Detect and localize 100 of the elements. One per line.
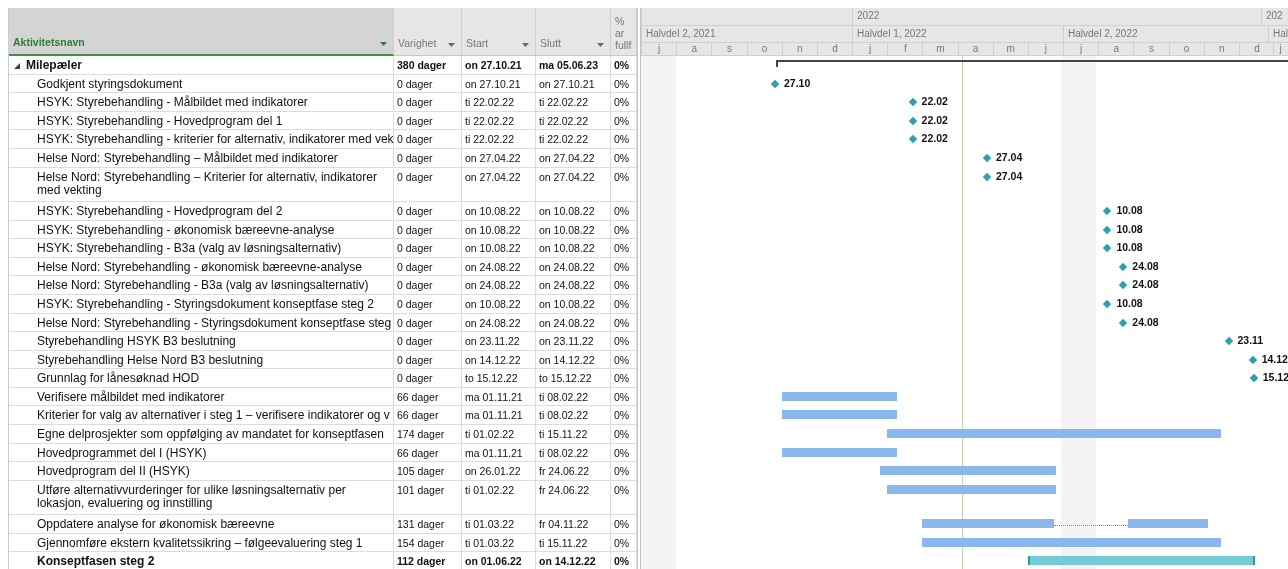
column-header[interactable]: % ar fullf [611,8,637,56]
caret-icon[interactable] [380,42,387,46]
task-bar[interactable] [887,484,1056,494]
task-name: Helse Nord: Styrebehandling - økonomisk bæreevne-analyse [37,260,362,274]
month-label: j [1044,43,1048,54]
percent-complete-cell: 0% [614,242,630,255]
half-year-label: Halvdel 1, 2022 [857,28,927,39]
finish-date-cell: ti 08.02.22 [539,390,589,403]
milestone-date: 10.08 [1116,203,1143,216]
year-label: 2022 [857,10,880,21]
caret-icon[interactable] [522,43,529,47]
task-bar[interactable] [781,391,898,401]
milestone-date: 10.08 [1116,241,1143,254]
task-bar[interactable] [922,537,1222,547]
start-date-cell: on 24.08.22 [465,260,521,273]
task-name: Oppdatere analyse for økonomisk bæreevne [37,518,275,532]
start-date-cell: on 27.10.21 [465,59,522,71]
finish-date-cell: on 10.08.22 [539,223,595,236]
column-header[interactable]: Slutt [536,8,611,56]
collapse-triangle-icon[interactable] [14,63,20,69]
percent-complete-cell: 0% [614,555,630,568]
finish-date-cell: fr 24.06.22 [539,483,590,496]
task-name: Styrebehandling Helse Nord B3 beslutning [37,353,264,367]
start-date-cell: ti 22.02.22 [465,96,515,109]
finish-date-cell: ti 22.02.22 [539,96,589,109]
duration-cell: 0 dager [397,297,433,310]
start-date-cell: on 24.08.22 [465,316,521,329]
finish-date-cell: on 10.08.22 [539,242,595,255]
duration-cell: 174 dager [397,428,445,441]
duration-cell: 0 dager [397,372,433,385]
percent-complete-cell: 0% [614,114,630,127]
duration-cell: 0 dager [397,151,433,164]
percent-complete-cell: 0% [614,353,630,366]
duration-cell: 0 dager [397,77,433,90]
column-header[interactable]: Varighet [394,8,462,56]
duration-cell: 66 dager [397,446,439,459]
task-bar[interactable] [781,410,898,420]
percent-complete-cell: 0% [614,536,630,549]
start-date-cell: ti 22.02.22 [465,114,515,127]
milestone-date: 27.10 [784,76,811,89]
task-bar[interactable] [880,466,1056,476]
task-name: HSYK: Styrebehandling - Hovedprogram del 2 [37,204,283,218]
percent-complete-cell: 0% [614,390,630,403]
task-name: HSYK: Styrebehandling - Hovedprogram del 1 [37,114,283,128]
duration-cell: 0 dager [397,316,433,329]
duration-cell: 66 dager [397,409,439,422]
month-label: o [761,43,768,54]
milestone-date: 27.04 [996,150,1023,163]
month-label: m [936,43,945,54]
start-date-cell: on 23.11.22 [465,335,520,348]
duration-cell: 0 dager [397,96,433,109]
month-label: m [1006,43,1015,54]
column-header[interactable]: Start [462,8,536,56]
task-bar[interactable] [781,447,898,457]
duration-cell: 154 dager [397,536,445,549]
month-label: f [903,43,907,54]
task-bar[interactable] [1128,519,1209,529]
percent-complete-cell: 0% [614,260,630,273]
task-bar[interactable] [922,519,1054,529]
task-name: Konseptfasen steg 2 [37,555,155,569]
caret-icon[interactable] [597,43,604,47]
percent-complete-cell: 0% [614,446,630,459]
milestone-date: 22.02 [921,113,948,126]
task-name: HSYK: Styrebehandling - økonomisk bæreevne-analyse [37,223,335,237]
duration-cell: 0 dager [397,242,433,255]
duration-cell: 101 dager [397,483,445,496]
percent-complete-cell: 0% [614,409,630,422]
half-year-label: Halvdel 2, 2021 [646,28,716,39]
task-name: Egne delprosjekter som oppfølging av mandatet for konseptfasen [37,428,384,442]
milestone-date: 27.04 [996,169,1023,182]
summary-bracket[interactable] [776,60,1288,67]
month-label: d [832,43,838,54]
caret-icon[interactable] [448,43,455,47]
finish-date-cell: on 27.04.22 [539,170,595,183]
column-header[interactable]: Aktivitetsnavn [9,8,394,56]
percent-complete-cell: 0% [614,96,630,109]
percent-complete-cell: 0% [614,316,630,329]
duration-cell: 380 dager [397,59,447,71]
milestone-date: 15.12 [1262,371,1288,384]
percent-complete-cell: 0% [614,335,630,348]
task-name: Milepæler [26,59,82,72]
finish-date-cell: on 24.08.22 [539,316,595,329]
finish-date-cell: fr 04.11.22 [539,518,589,531]
task-name: Kriterier for valg av alternativer i steg 1 – verifisere indikatorer og v [37,409,390,423]
start-date-cell: ti 01.02.22 [465,483,515,496]
milestone-date: 22.02 [921,95,948,108]
duration-cell: 66 dager [397,390,439,403]
finish-date-cell: ma 05.06.23 [539,59,598,71]
duration-cell: 0 dager [397,133,433,146]
milestone-date: 14.12 [1261,352,1288,365]
start-date-cell: ma 01.11.21 [465,390,523,403]
start-date-cell: on 10.08.22 [465,204,521,217]
start-date-cell: ma 01.11.21 [465,446,523,459]
summary-bar[interactable] [1027,556,1255,566]
milestone-date: 23.11 [1237,334,1264,347]
percent-complete-cell: 0% [614,428,630,441]
task-bar[interactable] [887,429,1222,439]
finish-date-cell: to 15.12.22 [539,372,592,385]
finish-date-cell: on 14.12.22 [539,555,596,568]
task-name: Utføre alternativvurderinger for ulike løsningsalternativ per lokasjon, evaluering og innstilling [37,483,347,510]
